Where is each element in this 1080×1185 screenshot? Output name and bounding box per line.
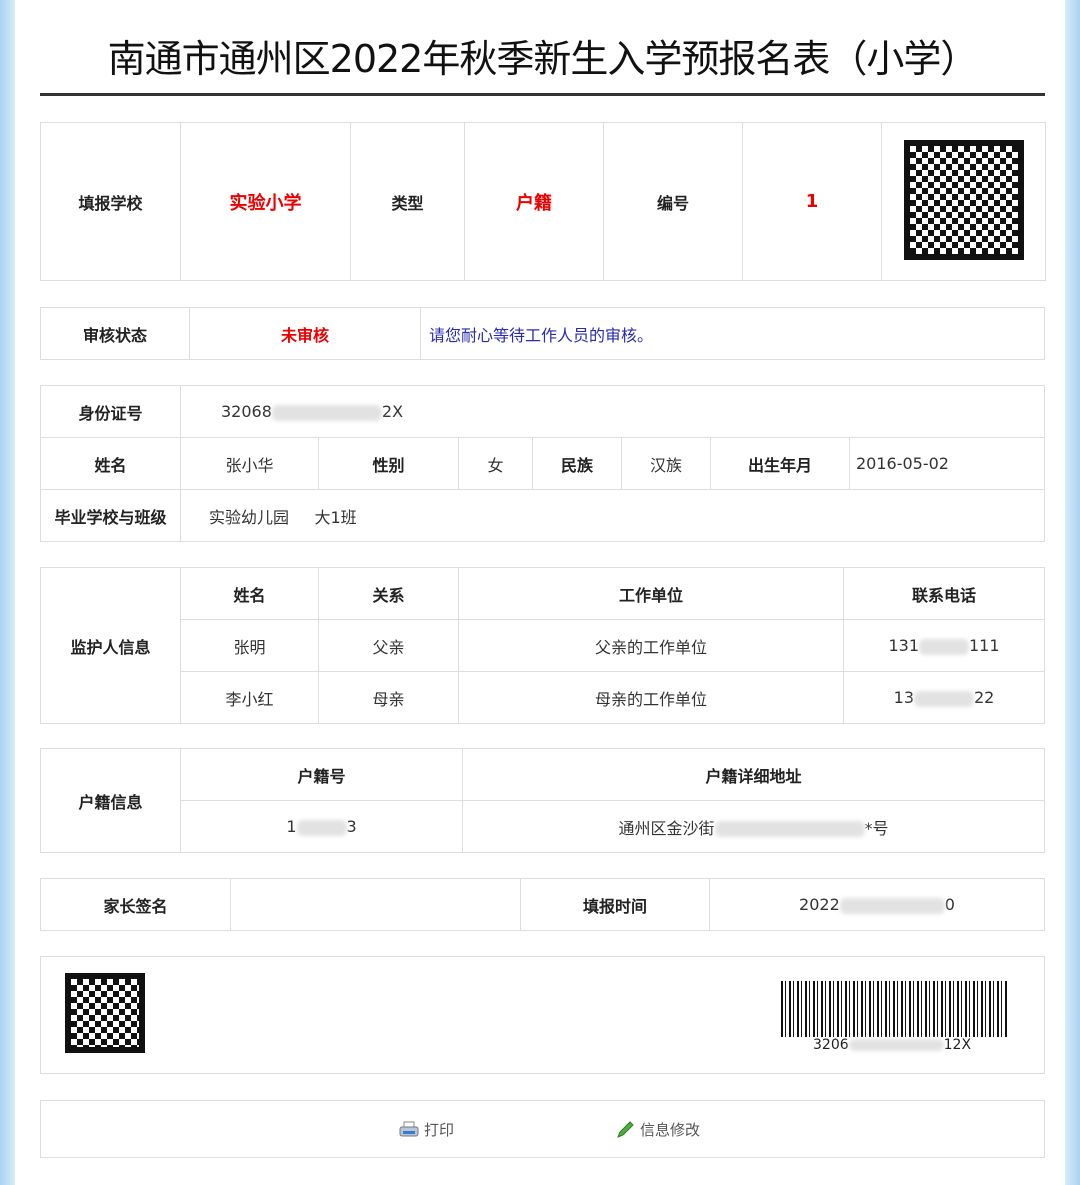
time-start: 2022 bbox=[799, 895, 840, 914]
review-table: 审核状态 未审核 请您耐心等待工作人员的审核。 bbox=[40, 307, 1045, 360]
id-label: 身份证号 bbox=[40, 385, 181, 438]
barcode-text: 3206 12X bbox=[813, 1037, 971, 1053]
title-divider bbox=[40, 93, 1045, 96]
table-row: 李小红 母亲 母亲的工作单位 13 22 bbox=[41, 671, 1045, 724]
guardian-work: 母亲的工作单位 bbox=[458, 671, 844, 724]
col-header: 关系 bbox=[318, 567, 459, 620]
qr-code-cell bbox=[881, 122, 1046, 281]
redacted bbox=[839, 897, 945, 914]
number-value: 1 bbox=[742, 122, 882, 281]
grad-class: 大1班 bbox=[314, 507, 357, 527]
ethnicity-value: 汉族 bbox=[621, 437, 711, 490]
redacted bbox=[919, 638, 969, 655]
phone-start: 131 bbox=[888, 636, 919, 655]
address-end: *号 bbox=[864, 818, 889, 838]
type-label: 类型 bbox=[350, 122, 465, 281]
name-label: 姓名 bbox=[40, 437, 181, 490]
grad-label: 毕业学校与班级 bbox=[40, 489, 181, 542]
ethnicity-label: 民族 bbox=[532, 437, 622, 490]
name-value: 张小华 bbox=[180, 437, 319, 490]
guardian-label: 监护人信息 bbox=[40, 567, 181, 724]
grad-school: 实验幼儿园 bbox=[209, 507, 290, 527]
col-header: 户籍号 bbox=[180, 748, 463, 801]
codes-panel: 3206 12X bbox=[40, 956, 1045, 1074]
no-start: 1 bbox=[286, 817, 297, 836]
barcode-icon bbox=[781, 981, 1007, 1037]
table-row: 张明 父亲 父亲的工作单位 131 111 bbox=[41, 619, 1045, 672]
guardian-phone: 131 111 bbox=[843, 619, 1045, 672]
address-start: 通州区金沙街 bbox=[618, 818, 715, 838]
household-number: 13 bbox=[180, 800, 463, 853]
id-end: 2X bbox=[381, 402, 404, 421]
guardian-relation: 父亲 bbox=[318, 619, 459, 672]
barcode-start: 3206 bbox=[813, 1037, 849, 1053]
signature-table: 家长签名 填报时间 2022 0 bbox=[40, 878, 1045, 931]
barcode-end: 12X bbox=[943, 1037, 972, 1053]
actions-bar: 打印 信息修改 bbox=[40, 1100, 1045, 1158]
birth-label: 出生年月 bbox=[710, 437, 850, 490]
print-label: 打印 bbox=[424, 1121, 455, 1139]
page-title: 南通市通州区2022年秋季新生入学预报名表（小学） bbox=[107, 37, 979, 81]
grad-value: 实验幼儿园 大1班 bbox=[180, 489, 1045, 542]
guardian-table: 监护人信息 姓名 关系 工作单位 联系电话 张明 父亲 父亲的工作单位 131 111… bbox=[40, 567, 1045, 724]
time-end: 0 bbox=[944, 895, 955, 914]
guardian-work: 父亲的工作单位 bbox=[458, 619, 844, 672]
qr-code-icon bbox=[65, 973, 145, 1053]
no-end: 3 bbox=[346, 817, 357, 836]
number-label: 编号 bbox=[603, 122, 743, 281]
print-button[interactable]: 打印 bbox=[399, 1119, 454, 1140]
sign-label: 家长签名 bbox=[40, 878, 231, 931]
id-start: 32068 bbox=[221, 402, 272, 421]
review-label: 审核状态 bbox=[40, 307, 190, 360]
pencil-icon bbox=[617, 1120, 634, 1138]
edit-label: 信息修改 bbox=[640, 1121, 701, 1139]
household-table: 户籍信息 户籍号 户籍详细地址 13 通州区金沙街 *号 bbox=[40, 748, 1045, 853]
col-header: 户籍详细地址 bbox=[462, 748, 1045, 801]
phone-end: 22 bbox=[974, 688, 995, 707]
guardian-name: 李小红 bbox=[180, 671, 319, 724]
school-value: 实验小学 bbox=[180, 122, 351, 281]
review-message: 请您耐心等待工作人员的审核。 bbox=[420, 307, 1045, 360]
school-label: 填报学校 bbox=[40, 122, 181, 281]
sign-value bbox=[230, 878, 521, 931]
time-value: 2022 0 bbox=[709, 878, 1045, 931]
redacted bbox=[296, 819, 347, 836]
redacted bbox=[848, 1039, 944, 1051]
redacted bbox=[714, 821, 865, 837]
gender-value: 女 bbox=[458, 437, 533, 490]
household-address: 通州区金沙街 *号 bbox=[462, 800, 1045, 853]
guardian-phone: 13 22 bbox=[843, 671, 1045, 724]
qr-code-icon bbox=[903, 139, 1024, 260]
printer-icon bbox=[399, 1121, 419, 1136]
phone-end: 111 bbox=[969, 636, 1000, 655]
school-info-table: 填报学校 实验小学 类型 户籍 编号 1 bbox=[40, 122, 1046, 281]
edit-info-button[interactable]: 信息修改 bbox=[615, 1119, 700, 1140]
review-status: 未审核 bbox=[189, 307, 421, 360]
household-label: 户籍信息 bbox=[40, 748, 181, 853]
col-header: 联系电话 bbox=[843, 567, 1045, 620]
col-header: 工作单位 bbox=[458, 567, 844, 620]
id-value: 32068 2X bbox=[180, 385, 1045, 438]
gender-label: 性别 bbox=[318, 437, 459, 490]
guardian-relation: 母亲 bbox=[318, 671, 459, 724]
student-table: 身份证号 32068 2X 姓名 张小华 性别 女 民族 汉族 出生年月 2016… bbox=[40, 385, 1045, 542]
birth-value: 2016-05-02 bbox=[849, 437, 1045, 490]
type-value: 户籍 bbox=[464, 122, 604, 281]
guardian-name: 张明 bbox=[180, 619, 319, 672]
phone-start: 13 bbox=[893, 688, 914, 707]
col-header: 姓名 bbox=[180, 567, 319, 620]
redacted bbox=[271, 404, 382, 421]
redacted bbox=[914, 690, 974, 707]
time-label: 填报时间 bbox=[520, 878, 710, 931]
